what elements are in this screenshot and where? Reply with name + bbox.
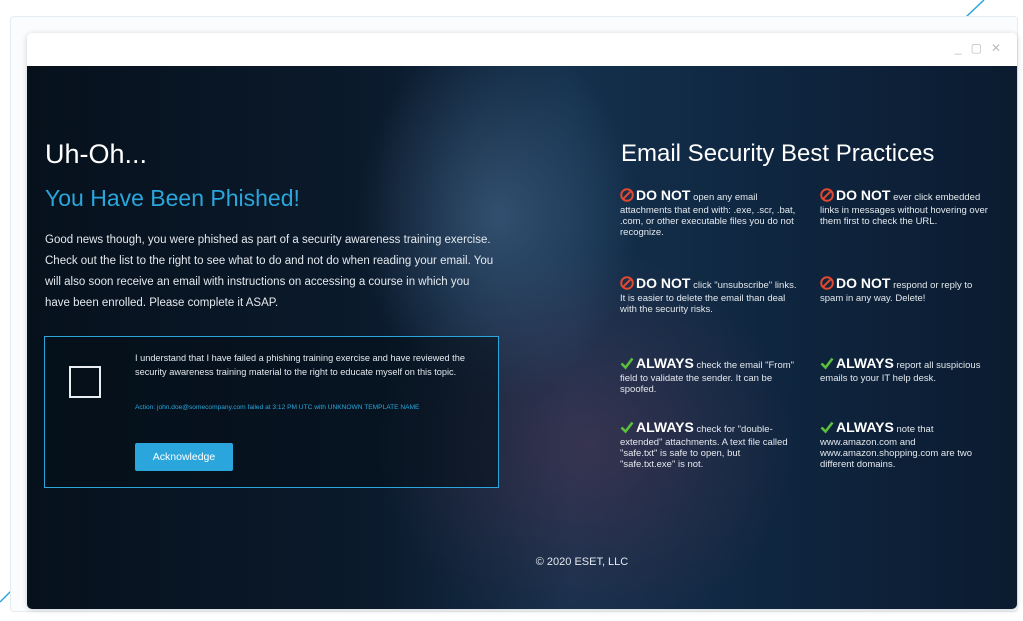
tip-item: DO NOT click "unsubscribe" links. It is … bbox=[620, 276, 798, 315]
tip-head: DO NOT bbox=[836, 187, 891, 203]
minimize-button[interactable]: _ bbox=[955, 42, 962, 54]
tip-head: ALWAYS bbox=[836, 419, 894, 435]
phished-landing-page: Uh-Oh... You Have Been Phished! Good new… bbox=[27, 66, 1017, 609]
tip-item: ALWAYS check the email "From" field to v… bbox=[620, 356, 798, 395]
tip-item: DO NOT ever click embedded links in mess… bbox=[820, 188, 998, 227]
checkmark-icon bbox=[820, 356, 834, 373]
prohibited-icon bbox=[620, 276, 634, 293]
acknowledge-panel: I understand that I have failed a phishi… bbox=[44, 336, 499, 488]
close-button[interactable]: ✕ bbox=[991, 42, 1001, 54]
page-heading: Uh-Oh... bbox=[45, 139, 148, 169]
intro-text: Good news though, you were phished as pa… bbox=[45, 234, 494, 309]
checkmark-icon bbox=[820, 420, 834, 437]
browser-window: _ ▢ ✕ Uh-Oh... You Have Been Phished! Go… bbox=[27, 33, 1017, 609]
acknowledge-button[interactable]: Acknowledge bbox=[135, 443, 233, 471]
window-controls: _ ▢ ✕ bbox=[955, 42, 1001, 54]
tip-head: DO NOT bbox=[636, 187, 691, 203]
prohibited-icon bbox=[820, 188, 834, 205]
tip-item: ALWAYS report all suspicious emails to y… bbox=[820, 356, 998, 384]
prohibited-icon bbox=[820, 276, 834, 293]
tip-item: ALWAYS check for "double-extended" attac… bbox=[620, 420, 798, 470]
tip-item: ALWAYS note that www.amazon.com and www.… bbox=[820, 420, 998, 470]
tip-item: DO NOT respond or reply to spam in any w… bbox=[820, 276, 998, 304]
copyright-text: © 2020 ESET, LLC bbox=[535, 556, 629, 568]
acknowledge-meta: Action: john.doe@somecompany.com failed … bbox=[135, 404, 420, 411]
tip-head: ALWAYS bbox=[636, 419, 694, 435]
acknowledge-checkbox[interactable] bbox=[69, 366, 101, 398]
prohibited-icon bbox=[620, 188, 634, 205]
title-bar: _ ▢ ✕ bbox=[27, 33, 1017, 66]
page-subheading: You Have Been Phished! bbox=[45, 185, 300, 211]
copyright-footer: © 2020 ESET, LLC bbox=[27, 556, 1017, 568]
tip-head: DO NOT bbox=[836, 275, 891, 291]
tip-head: ALWAYS bbox=[636, 355, 694, 371]
tip-item: DO NOT open any email attachments that e… bbox=[620, 188, 798, 238]
checkmark-icon bbox=[620, 356, 634, 373]
tip-head: ALWAYS bbox=[836, 355, 894, 371]
tip-head: DO NOT bbox=[636, 275, 691, 291]
checkmark-icon bbox=[620, 420, 634, 437]
best-practices-title: Email Security Best Practices bbox=[621, 140, 935, 167]
maximize-button[interactable]: ▢ bbox=[971, 42, 982, 54]
acknowledge-statement: I understand that I have failed a phishi… bbox=[135, 353, 465, 377]
